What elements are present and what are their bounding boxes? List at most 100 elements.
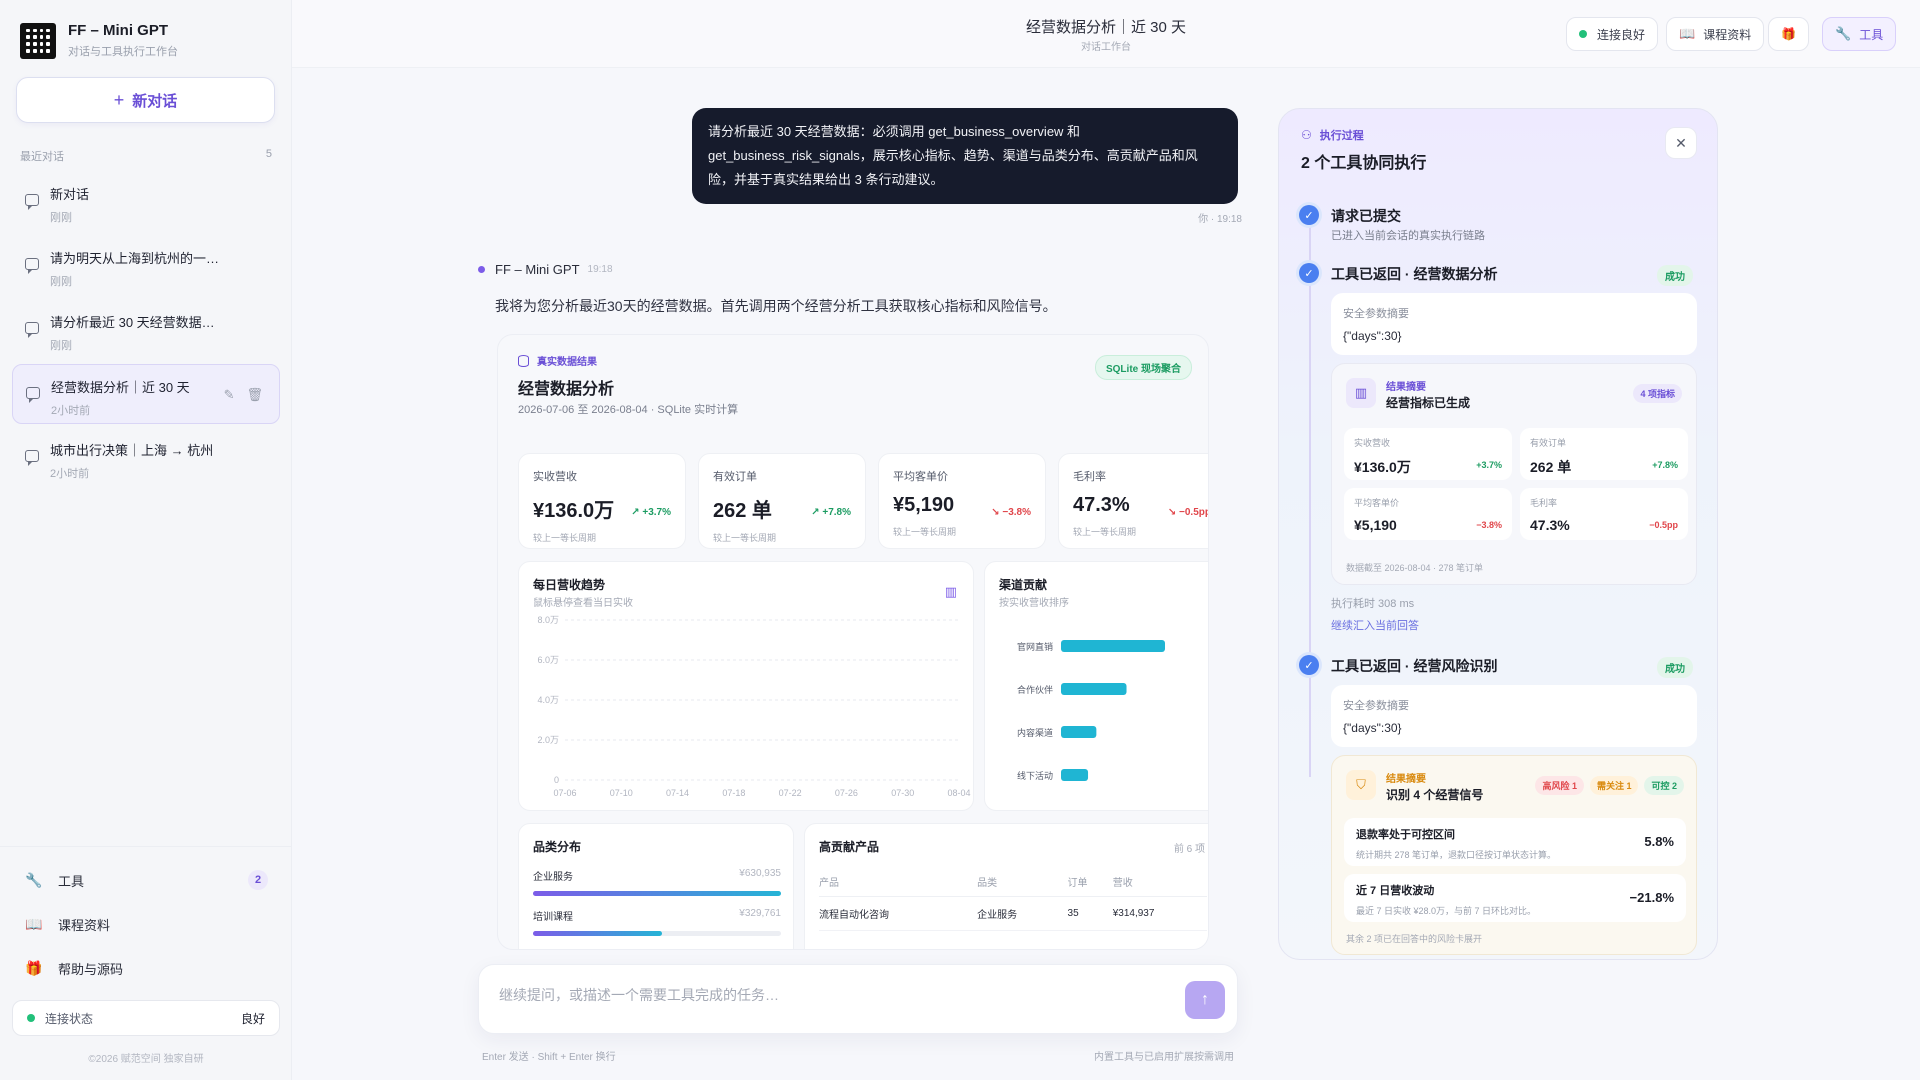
conversation-item[interactable]: 请分析最近 30 天经营数据… 刚刚 bbox=[12, 300, 280, 360]
category-bar bbox=[533, 891, 781, 896]
category-bar bbox=[533, 931, 662, 936]
gift-button[interactable]: 🎁 bbox=[1768, 17, 1809, 51]
mini-delta: +3.7% bbox=[1476, 460, 1502, 470]
card-tag: 真实数据结果 bbox=[518, 353, 597, 368]
trend-subtitle: 鼠标悬停查看当日实收 bbox=[533, 598, 633, 609]
tools-button[interactable]: 🔧 工具 bbox=[1822, 17, 1897, 51]
sidebar-item-help[interactable]: 🎁 帮助与源码 bbox=[12, 946, 280, 990]
check-icon: ✓ bbox=[1299, 263, 1319, 283]
execution-panel: ⚇ 执行过程 2 个工具协同执行 ✕ ✓ 请求已提交 已进入当前会话的真实执行链… bbox=[1278, 108, 1718, 960]
chat-bubble-icon bbox=[25, 194, 39, 210]
result-summary-metrics: ▥ 结果摘要 经营指标已生成 4 项指标 实收营收 ¥136.0万 +3.7% … bbox=[1331, 363, 1697, 585]
gift-icon: 🎁 bbox=[25, 959, 43, 976]
signal-value: 5.8% bbox=[1644, 834, 1674, 849]
table-cell: 流程自动化咨询 bbox=[819, 896, 978, 931]
mini-delta: −3.8% bbox=[1476, 520, 1502, 530]
exec-tag-label: 执行过程 bbox=[1319, 130, 1364, 142]
channel-bar bbox=[1061, 769, 1089, 781]
x-tick-label: 07-18 bbox=[722, 788, 745, 798]
chat-bubble-icon bbox=[25, 450, 39, 466]
kpi-label: 实收营收 bbox=[533, 471, 577, 483]
user-message-bubble: 请分析最近 30 天经营数据：必须调用 get_business_overvie… bbox=[692, 108, 1238, 204]
sidebar-item-label: 工具 bbox=[58, 873, 85, 889]
bar-chart-icon: ▥ bbox=[1346, 378, 1376, 408]
connection-status-button[interactable]: 连接良好 bbox=[1566, 17, 1659, 51]
signal-more-note: 其余 2 项已在回答中的风险卡展开 bbox=[1346, 934, 1483, 944]
conversation-time: 刚刚 bbox=[50, 276, 72, 288]
brand[interactable]: FF – Mini GPT 对话与工具执行工作台 bbox=[20, 22, 178, 59]
conversation-title: 城市出行决策｜上海 → 杭州 bbox=[50, 443, 214, 458]
kpi-delta: ↘ −0.5pp bbox=[1167, 507, 1209, 518]
chat-area: 请分析最近 30 天经营数据：必须调用 get_business_overvie… bbox=[292, 68, 1252, 950]
revenue-trend-panel[interactable]: 0 2.0万 4.0万 6.0万 8.0万 07-06 07-10 07-14 07-18 07-… bbox=[518, 561, 974, 811]
gift-icon: 🎁 bbox=[1781, 27, 1796, 41]
composer-hint-left: Enter 发送 · Shift + Enter 换行 bbox=[482, 1052, 616, 1063]
kpi-delta: ↗ +7.8% bbox=[811, 507, 851, 518]
category-title: 品类分布 bbox=[533, 840, 582, 854]
conversation-title: 请分析最近 30 天经营数据… bbox=[50, 315, 215, 330]
mini-label: 实收营收 bbox=[1354, 438, 1391, 448]
result-tag: 结果摘要 bbox=[1386, 774, 1426, 785]
kpi-card: 毛利率 47.3% ↘ −0.5pp 较上一等长周期 bbox=[1058, 453, 1209, 549]
card-tag-label: 真实数据结果 bbox=[537, 357, 597, 368]
conversation-time: 2小时前 bbox=[50, 468, 90, 480]
success-badge: 成功 bbox=[1657, 265, 1693, 286]
edit-pencil-icon[interactable]: ✎ bbox=[224, 387, 235, 403]
sidebar-divider bbox=[0, 846, 292, 847]
param-summary: 安全参数摘要 {"days":30} bbox=[1331, 293, 1697, 355]
column-header: 品类 bbox=[977, 868, 1068, 897]
close-panel-button[interactable]: ✕ bbox=[1665, 127, 1697, 159]
continue-link[interactable]: 继续汇入当前回答 bbox=[1331, 617, 1419, 633]
sidebar-item-tools[interactable]: 🔧 工具 2 bbox=[12, 858, 280, 902]
conversation-item[interactable]: 请为明天从上海到杭州的一… 刚刚 bbox=[12, 236, 280, 296]
trash-icon[interactable]: 🗑 bbox=[246, 387, 263, 403]
kpi-card: 平均客单价 ¥5,190 ↘ −3.8% 较上一等长周期 bbox=[878, 453, 1046, 549]
assistant-header: FF – Mini GPT 19:18 bbox=[478, 262, 613, 277]
category-row: 培训课程 ¥329,761 bbox=[533, 908, 781, 936]
param-value: {"days":30} bbox=[1343, 329, 1402, 343]
check-icon: ✓ bbox=[1299, 205, 1319, 225]
step-subtitle: 已进入当前会话的真实执行链路 bbox=[1331, 230, 1485, 242]
kpi-foot: 较上一等长周期 bbox=[893, 527, 957, 537]
status-dot-icon bbox=[27, 1014, 35, 1022]
mini-delta: +7.8% bbox=[1652, 460, 1678, 470]
new-chat-button[interactable]: + 新对话 bbox=[16, 77, 275, 123]
bar-chart-icon[interactable]: ▥ bbox=[945, 584, 957, 600]
column-header: 订单 bbox=[1067, 868, 1113, 897]
category-value: ¥630,935 bbox=[739, 868, 781, 879]
result-foot: 数据截至 2026-08-04 · 278 笔订单 bbox=[1346, 563, 1484, 573]
course-materials-button[interactable]: 📖 课程资料 bbox=[1666, 17, 1765, 51]
products-table: 产品 品类 订单 营收 流程自动化咨询 企业服务 35 ¥314,937 bbox=[819, 868, 1207, 931]
conversation-item[interactable]: 新对话 刚刚 bbox=[12, 172, 280, 232]
card-title: 经营数据分析 bbox=[518, 381, 615, 398]
assistant-dot-icon bbox=[478, 266, 485, 273]
recent-label: 最近对话 bbox=[20, 151, 64, 163]
connection-status[interactable]: 连接状态 良好 bbox=[12, 1000, 280, 1036]
signal-desc: 最近 7 日实收 ¥28.0万，与前 7 日环比对比。 bbox=[1356, 906, 1537, 916]
column-header: 营收 bbox=[1112, 868, 1207, 897]
recent-header: 最近对话 5 bbox=[20, 148, 272, 164]
category-row: 企业服务 ¥630,935 bbox=[533, 868, 781, 896]
workflow-nodes-icon: ⚇ bbox=[1301, 128, 1312, 142]
mini-label: 有效订单 bbox=[1530, 438, 1567, 448]
kpi-foot: 较上一等长周期 bbox=[533, 533, 597, 543]
sidebar-item-course[interactable]: 📖 课程资料 bbox=[12, 902, 280, 946]
conversation-title: 请为明天从上海到杭州的一… bbox=[50, 251, 220, 266]
products-count: 前 6 项 bbox=[1173, 844, 1205, 855]
category-name: 企业服务 bbox=[533, 872, 573, 883]
signal-title: 退款率处于可控区间 bbox=[1356, 829, 1455, 841]
category-value: ¥329,761 bbox=[739, 908, 781, 919]
sidebar-nav: 🔧 工具 2 📖 课程资料 🎁 帮助与源码 bbox=[12, 858, 280, 990]
trend-title: 每日营收趋势 bbox=[533, 578, 606, 592]
message-input[interactable] bbox=[499, 987, 1139, 1003]
x-tick-label: 07-22 bbox=[779, 788, 802, 798]
send-button[interactable]: ↑ bbox=[1185, 981, 1225, 1019]
signal-desc: 统计期共 278 笔订单，退款口径按订单状态计算。 bbox=[1356, 850, 1557, 860]
conversation-item[interactable]: 城市出行决策｜上海 → 杭州 2小时前 bbox=[12, 428, 280, 488]
y-tick-label: 8.0万 bbox=[537, 615, 559, 625]
conversation-item-active[interactable]: 经营数据分析｜近 30 天 2小时前 ✎ 🗑 bbox=[12, 364, 280, 424]
sqlite-badge: SQLite 现场聚合 bbox=[1094, 355, 1192, 380]
connection-label: 连接状态 bbox=[45, 1011, 94, 1026]
kpi-label: 平均客单价 bbox=[893, 471, 948, 483]
recent-count: 5 bbox=[265, 148, 272, 160]
